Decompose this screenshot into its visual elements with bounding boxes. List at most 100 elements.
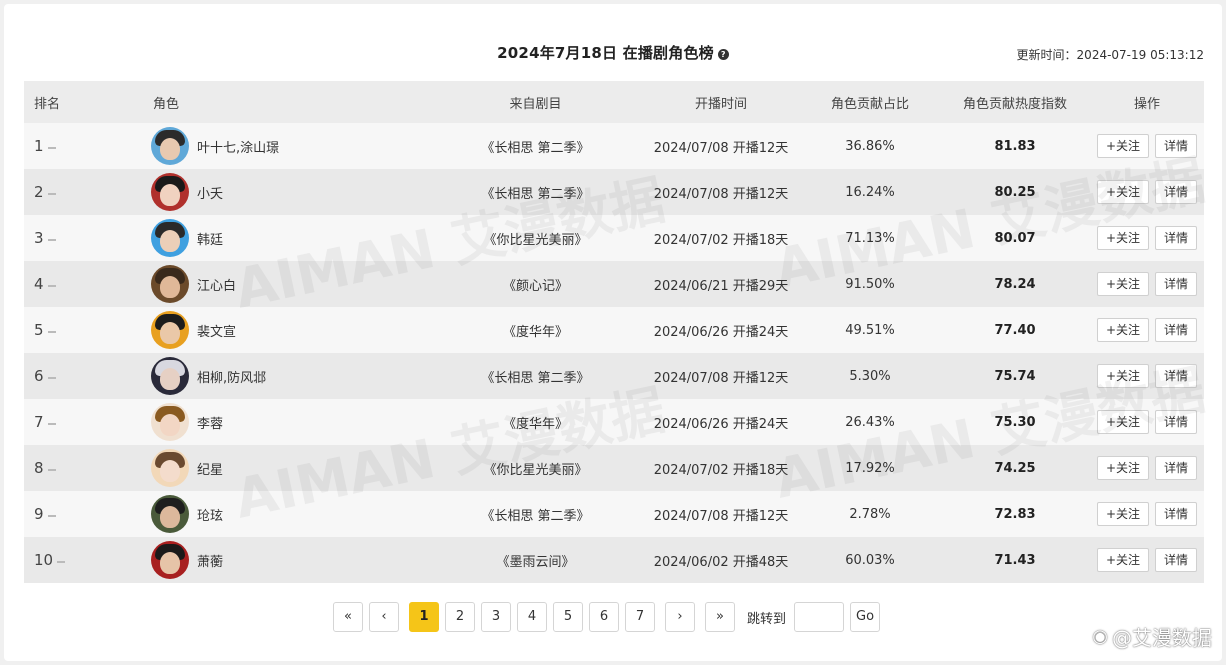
last-page-button[interactable]: » [705, 602, 735, 632]
date-cell: 2024/06/26 开播24天 [653, 416, 789, 432]
drama-cell[interactable]: 《你比星光美丽》 [429, 229, 642, 248]
role-name[interactable]: 萧蘅 [197, 551, 223, 570]
drama-cell[interactable]: 《长相思 第二季》 [429, 137, 642, 156]
page-button-3[interactable]: 3 [481, 602, 511, 632]
detail-button[interactable]: 详情 [1155, 364, 1198, 388]
rank-cell: 3 [24, 229, 139, 247]
table-row: 6 相柳,防风邶 《长相思 第二季》 2024/07/08 开播12天 5.30… [24, 353, 1204, 399]
avatar[interactable] [151, 495, 189, 533]
detail-button[interactable]: 详情 [1155, 318, 1198, 342]
avatar[interactable] [151, 311, 189, 349]
role-name[interactable]: 裴文宣 [197, 321, 236, 340]
prev-page-button[interactable]: ‹ [369, 602, 399, 632]
col-heat-index: 角色贡献热度指数 [962, 96, 1067, 112]
table-row: 1 叶十七,涂山璟 《长相思 第二季》 2024/07/08 开播12天 36.… [24, 123, 1204, 169]
contribution-cell: 49.51% [845, 322, 895, 338]
role-name[interactable]: 李蓉 [197, 413, 223, 432]
contribution-cell: 36.86% [845, 138, 895, 154]
actions-cell: +关注 详情 [1090, 272, 1204, 296]
drama-cell[interactable]: 《墨雨云间》 [429, 551, 642, 570]
detail-button[interactable]: 详情 [1155, 226, 1198, 250]
avatar[interactable] [151, 449, 189, 487]
detail-button[interactable]: 详情 [1155, 134, 1198, 158]
follow-button[interactable]: +关注 [1096, 364, 1150, 388]
drama-cell[interactable]: 《你比星光美丽》 [429, 459, 642, 478]
drama-cell[interactable]: 《长相思 第二季》 [429, 183, 642, 202]
role-name[interactable]: 纪星 [197, 459, 223, 478]
contribution-cell: 26.43% [845, 414, 895, 430]
role-name[interactable]: 相柳,防风邶 [197, 367, 266, 386]
page-button-5[interactable]: 5 [553, 602, 583, 632]
detail-button[interactable]: 详情 [1155, 272, 1198, 296]
role-cell: 萧蘅 [139, 541, 429, 579]
actions-cell: +关注 详情 [1090, 226, 1204, 250]
detail-button[interactable]: 详情 [1155, 548, 1198, 572]
actions-cell: +关注 详情 [1090, 364, 1204, 388]
drama-cell[interactable]: 《颜心记》 [429, 275, 642, 294]
role-name[interactable]: 玱玹 [197, 505, 223, 524]
role-name[interactable]: 小夭 [197, 183, 223, 202]
follow-button[interactable]: +关注 [1096, 502, 1150, 526]
date-cell: 2024/06/02 开播48天 [653, 554, 789, 570]
follow-button[interactable]: +关注 [1096, 134, 1150, 158]
avatar[interactable] [151, 403, 189, 441]
col-rank: 排名 [34, 96, 61, 112]
page-button-4[interactable]: 4 [517, 602, 547, 632]
contribution-cell: 60.03% [845, 552, 895, 568]
follow-button[interactable]: +关注 [1096, 410, 1150, 434]
page-button-2[interactable]: 2 [445, 602, 475, 632]
table-row: 2 小夭 《长相思 第二季》 2024/07/08 开播12天 16.24% 8… [24, 169, 1204, 215]
avatar[interactable] [151, 357, 189, 395]
avatar[interactable] [151, 219, 189, 257]
avatar[interactable] [151, 541, 189, 579]
role-name[interactable]: 叶十七,涂山璟 [197, 137, 279, 156]
table-row: 4 江心白 《颜心记》 2024/06/21 开播29天 91.50% 78.2… [24, 261, 1204, 307]
first-page-button[interactable]: « [333, 602, 363, 632]
brand-text: @艾漫数据 [1112, 626, 1212, 650]
detail-button[interactable]: 详情 [1155, 180, 1198, 204]
brand-watermark: ◉ @艾漫数据 [1092, 622, 1212, 651]
drama-cell[interactable]: 《度华年》 [429, 321, 642, 340]
follow-button[interactable]: +关注 [1096, 272, 1150, 296]
avatar[interactable] [151, 127, 189, 165]
heat-index-cell: 75.30 [994, 414, 1036, 430]
update-time: 更新时间：2024-07-19 05:13:12 [1016, 48, 1204, 62]
follow-button[interactable]: +关注 [1096, 318, 1150, 342]
jump-label: 跳转到 [747, 611, 787, 627]
drama-cell[interactable]: 《长相思 第二季》 [429, 505, 642, 524]
drama-cell[interactable]: 《长相思 第二季》 [429, 367, 642, 386]
help-icon[interactable]: ? [717, 49, 729, 60]
page-button-1[interactable]: 1 [409, 602, 439, 632]
role-cell: 叶十七,涂山璟 [139, 127, 429, 165]
detail-button[interactable]: 详情 [1155, 456, 1198, 480]
go-button[interactable]: Go [850, 602, 881, 632]
role-name[interactable]: 江心白 [197, 275, 236, 294]
role-cell: 纪星 [139, 449, 429, 487]
rank-number: 10 [34, 551, 54, 569]
rank-cell: 10 [24, 551, 139, 569]
next-page-button[interactable]: › [665, 602, 695, 632]
page-button-6[interactable]: 6 [589, 602, 619, 632]
rank-change-icon [47, 284, 56, 287]
detail-button[interactable]: 详情 [1155, 502, 1198, 526]
follow-button[interactable]: +关注 [1096, 456, 1150, 480]
table-body: 1 叶十七,涂山璟 《长相思 第二季》 2024/07/08 开播12天 36.… [24, 123, 1204, 583]
weibo-icon: ◉ [1092, 626, 1108, 647]
role-name[interactable]: 韩廷 [197, 229, 223, 248]
rank-change-icon [47, 330, 56, 333]
heat-index-cell: 77.40 [994, 322, 1036, 338]
heat-index-cell: 80.25 [994, 184, 1036, 200]
col-contribution: 角色贡献占比 [830, 96, 909, 112]
detail-button[interactable]: 详情 [1155, 410, 1198, 434]
follow-button[interactable]: +关注 [1096, 548, 1150, 572]
avatar[interactable] [151, 265, 189, 303]
col-drama: 来自剧目 [509, 96, 562, 112]
follow-button[interactable]: +关注 [1096, 180, 1150, 204]
follow-button[interactable]: +关注 [1096, 226, 1150, 250]
jump-page-input[interactable] [794, 602, 845, 632]
avatar[interactable] [151, 173, 189, 211]
col-actions: 操作 [1133, 96, 1160, 112]
drama-cell[interactable]: 《度华年》 [429, 413, 642, 432]
page-button-7[interactable]: 7 [625, 602, 655, 632]
date-cell: 2024/07/08 开播12天 [653, 186, 789, 202]
